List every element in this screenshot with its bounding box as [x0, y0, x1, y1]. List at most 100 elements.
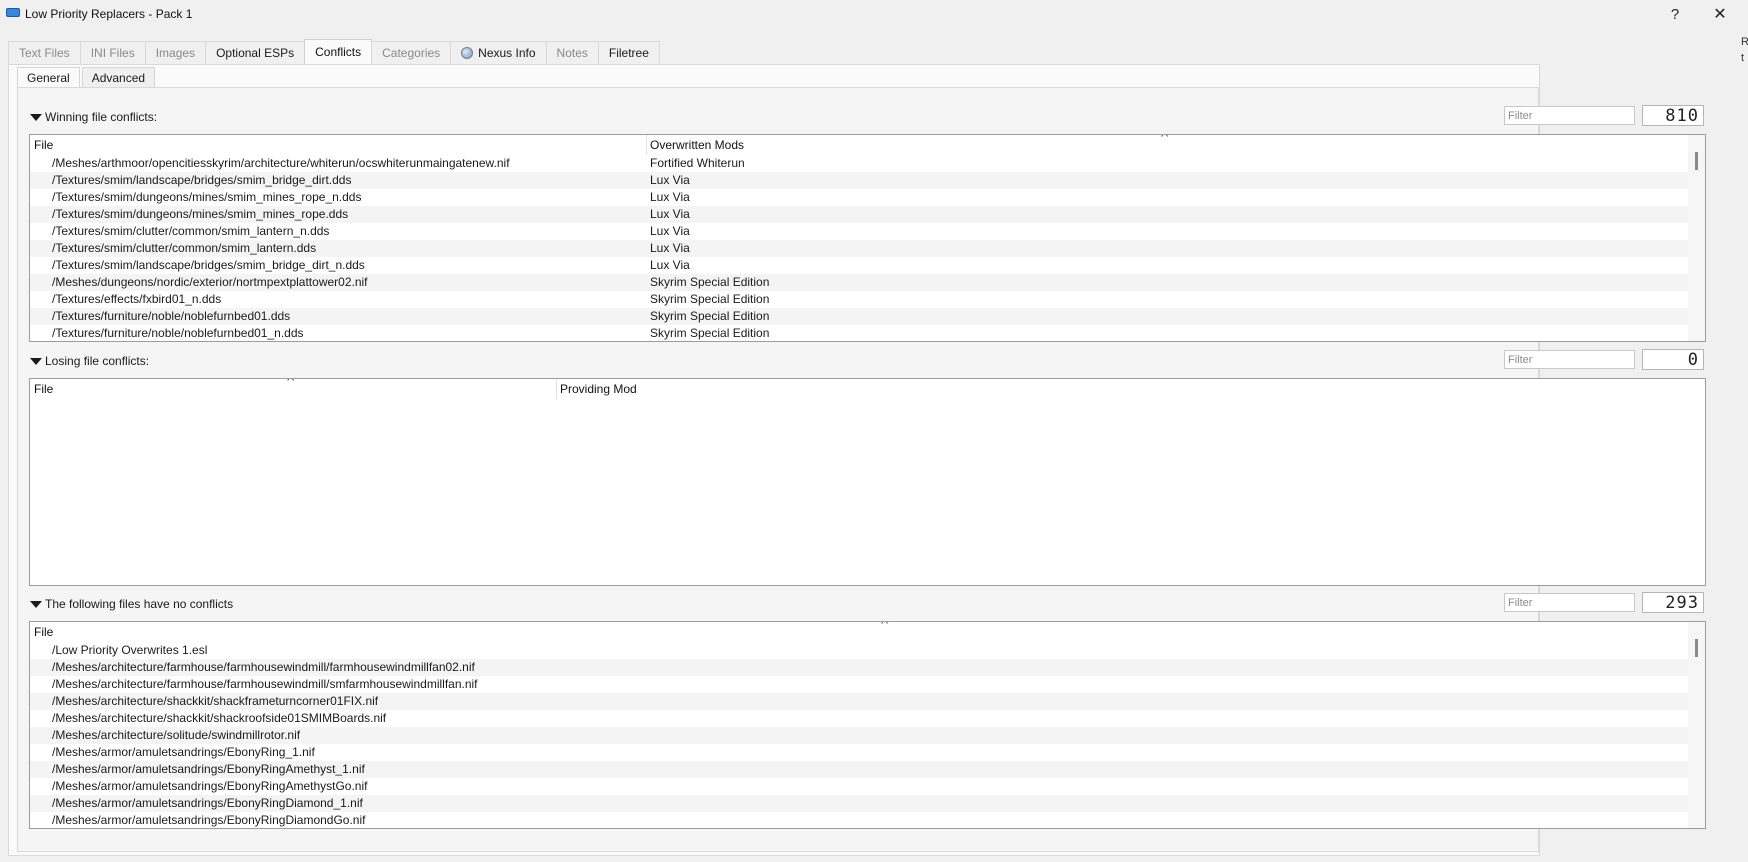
app-icon [6, 8, 20, 17]
tab-categories[interactable]: Categories [371, 41, 452, 64]
subtab-label: Advanced [91, 70, 146, 85]
tab-nexus-info[interactable]: Nexus Info [450, 41, 547, 64]
file-path-cell: /Textures/smim/clutter/common/smim_lante… [52, 224, 330, 238]
winning-filter-input[interactable] [1504, 106, 1635, 125]
table-row[interactable]: /Meshes/armor/amuletsandrings/EbonyRingD… [30, 812, 1705, 828]
table-row[interactable]: /Textures/furniture/noble/noblefurnbed01… [30, 325, 1705, 341]
tab-optional-esps[interactable]: Optional ESPs [205, 41, 306, 64]
mod-name-cell: Lux Via [650, 224, 690, 238]
mod-name-cell: Lux Via [650, 258, 690, 272]
globe-icon [461, 47, 474, 59]
file-path-cell: /Meshes/arthmoor/opencitiesskyrim/archit… [52, 156, 510, 170]
losing-section-toggle[interactable]: Losing file conflicts: [30, 354, 149, 368]
help-button[interactable]: ? [1663, 3, 1687, 25]
column-header-providing-mod[interactable]: Providing Mod [560, 379, 637, 399]
noconflict-filter-input[interactable] [1504, 593, 1635, 612]
noconflict-count-display: 293 [1642, 592, 1704, 613]
winning-section-toggle[interactable]: Winning file conflicts: [30, 110, 157, 124]
tab-text-files[interactable]: Text Files [8, 41, 81, 64]
file-path-cell: /Textures/effects/fxbird01_n.dds [52, 292, 222, 306]
table-row[interactable]: /Meshes/armor/amuletsandrings/EbonyRingA… [30, 778, 1705, 795]
file-path-cell: /Meshes/armor/amuletsandrings/EbonyRingA… [52, 779, 368, 793]
table-row[interactable]: /Textures/smim/dungeons/mines/smim_mines… [30, 189, 1705, 206]
table-row[interactable]: /Meshes/architecture/farmhouse/farmhouse… [30, 676, 1705, 693]
table-row[interactable]: /Textures/smim/dungeons/mines/smim_mines… [30, 206, 1705, 223]
mod-name-cell: Lux Via [650, 190, 690, 204]
table-row[interactable]: /Textures/smim/clutter/common/smim_lante… [30, 240, 1705, 257]
losing-count-display: 0 [1642, 349, 1704, 370]
column-header-file[interactable]: File [34, 379, 53, 399]
column-header-overwritten-mods[interactable]: Overwritten Mods [650, 135, 744, 155]
table-row[interactable]: /Meshes/architecture/solitude/swindmillr… [30, 727, 1705, 744]
subtab-label: General [27, 70, 70, 85]
vertical-scrollbar[interactable] [1688, 135, 1705, 341]
sub-tab-strip: General Advanced [17, 67, 157, 87]
tab-filetree[interactable]: Filetree [597, 41, 660, 64]
file-path-cell: /Meshes/architecture/shackkit/shackroofs… [52, 711, 387, 725]
close-button[interactable]: ✕ [1708, 3, 1732, 25]
tab-label: Images [155, 46, 196, 60]
table-body: /Low Priority Overwrites 1.esl/Meshes/ar… [30, 642, 1705, 828]
file-path-cell: /Textures/furniture/noble/noblefurnbed01… [52, 326, 304, 340]
scrollbar-thumb[interactable] [1695, 152, 1698, 170]
table-row[interactable]: /Meshes/armor/amuletsandrings/EbonyRing_… [30, 744, 1705, 761]
tab-label: Nexus Info [478, 46, 536, 60]
section-title: Winning file conflicts: [45, 110, 158, 124]
mod-name-cell: Skyrim Special Edition [650, 326, 770, 340]
table-body: /Meshes/arthmoor/opencitiesskyrim/archit… [30, 155, 1705, 341]
losing-conflicts-table[interactable]: File ^ Providing Mod [29, 378, 1706, 586]
file-path-cell: /Textures/smim/clutter/common/smim_lante… [52, 241, 317, 255]
tab-images[interactable]: Images [144, 41, 207, 64]
main-tab-strip: Text Files INI Files Images Optional ESP… [8, 39, 660, 64]
collapse-triangle-icon [30, 113, 42, 121]
table-row[interactable]: /Meshes/armor/amuletsandrings/EbonyRingA… [30, 761, 1705, 778]
edge-fragment: t [1741, 52, 1745, 64]
table-row[interactable]: /Textures/smim/landscape/bridges/smim_br… [30, 172, 1705, 189]
tab-ini-files[interactable]: INI Files [79, 41, 146, 64]
vertical-scrollbar[interactable] [1688, 622, 1705, 828]
sort-ascending-icon: ^ [1160, 134, 1169, 143]
table-row[interactable]: /Textures/effects/fxbird01_n.dds Skyrim S… [30, 291, 1705, 308]
losing-filter-input[interactable] [1504, 350, 1635, 369]
table-row[interactable]: /Meshes/architecture/shackkit/shackframe… [30, 693, 1705, 710]
subtab-advanced[interactable]: Advanced [81, 67, 156, 87]
file-path-cell: /Meshes/armor/amuletsandrings/EbonyRingD… [52, 796, 363, 810]
file-path-cell: /Textures/smim/dungeons/mines/smim_mines… [52, 190, 362, 204]
table-row[interactable]: /Textures/smim/clutter/common/smim_lante… [30, 223, 1705, 240]
tab-conflicts[interactable]: Conflicts [304, 39, 373, 64]
scrollbar-thumb[interactable] [1695, 639, 1698, 657]
tab-label: Optional ESPs [216, 46, 295, 60]
subtab-general[interactable]: General [17, 67, 80, 87]
table-row[interactable]: /Meshes/dungeons/nordic/exterior/nortmpe… [30, 274, 1705, 291]
table-row[interactable]: /Textures/smim/landscape/bridges/smim_br… [30, 257, 1705, 274]
mod-name-cell: Lux Via [650, 173, 690, 187]
table-row[interactable]: /Meshes/arthmoor/opencitiesskyrim/archit… [30, 155, 1705, 172]
column-header-file[interactable]: File [34, 135, 53, 155]
table-row[interactable]: /Meshes/architecture/farmhouse/farmhouse… [30, 659, 1705, 676]
winning-count-display: 810 [1642, 105, 1704, 126]
winning-conflicts-table[interactable]: File Overwritten Mods ^ /Meshes/arthmoor… [29, 134, 1706, 342]
table-row[interactable]: /Meshes/architecture/shackkit/shackroofs… [30, 710, 1705, 727]
collapse-triangle-icon [30, 357, 42, 365]
tab-label: Text Files [19, 46, 70, 60]
column-divider[interactable] [646, 135, 647, 155]
tab-label: INI Files [90, 46, 135, 60]
noconflict-section-toggle[interactable]: The following files have no conflicts [30, 597, 233, 611]
file-path-cell: /Low Priority Overwrites 1.esl [52, 643, 208, 657]
tab-notes[interactable]: Notes [545, 41, 599, 64]
file-path-cell: /Meshes/armor/amuletsandrings/EbonyRing_… [52, 745, 315, 759]
table-row[interactable]: /Low Priority Overwrites 1.esl [30, 642, 1705, 659]
column-divider[interactable] [556, 379, 557, 399]
tab-label: Filetree [608, 46, 649, 60]
file-path-cell: /Meshes/armor/amuletsandrings/EbonyRingD… [52, 813, 366, 827]
table-row[interactable]: /Textures/furniture/noble/noblefurnbed01… [30, 308, 1705, 325]
table-row[interactable]: /Meshes/armor/amuletsandrings/EbonyRingD… [30, 795, 1705, 812]
table-header: File Overwritten Mods ^ [30, 135, 1705, 155]
column-header-file[interactable]: File [34, 622, 53, 642]
mod-name-cell: Skyrim Special Edition [650, 292, 770, 306]
collapse-triangle-icon [30, 600, 42, 608]
file-path-cell: /Meshes/armor/amuletsandrings/EbonyRingA… [52, 762, 365, 776]
title-bar: Low Priority Replacers - Pack 1 ? ✕ [0, 0, 1748, 28]
noconflict-files-table[interactable]: File ^ /Low Priority Overwrites 1.esl/Me… [29, 621, 1706, 829]
sort-ascending-icon: ^ [286, 378, 295, 387]
